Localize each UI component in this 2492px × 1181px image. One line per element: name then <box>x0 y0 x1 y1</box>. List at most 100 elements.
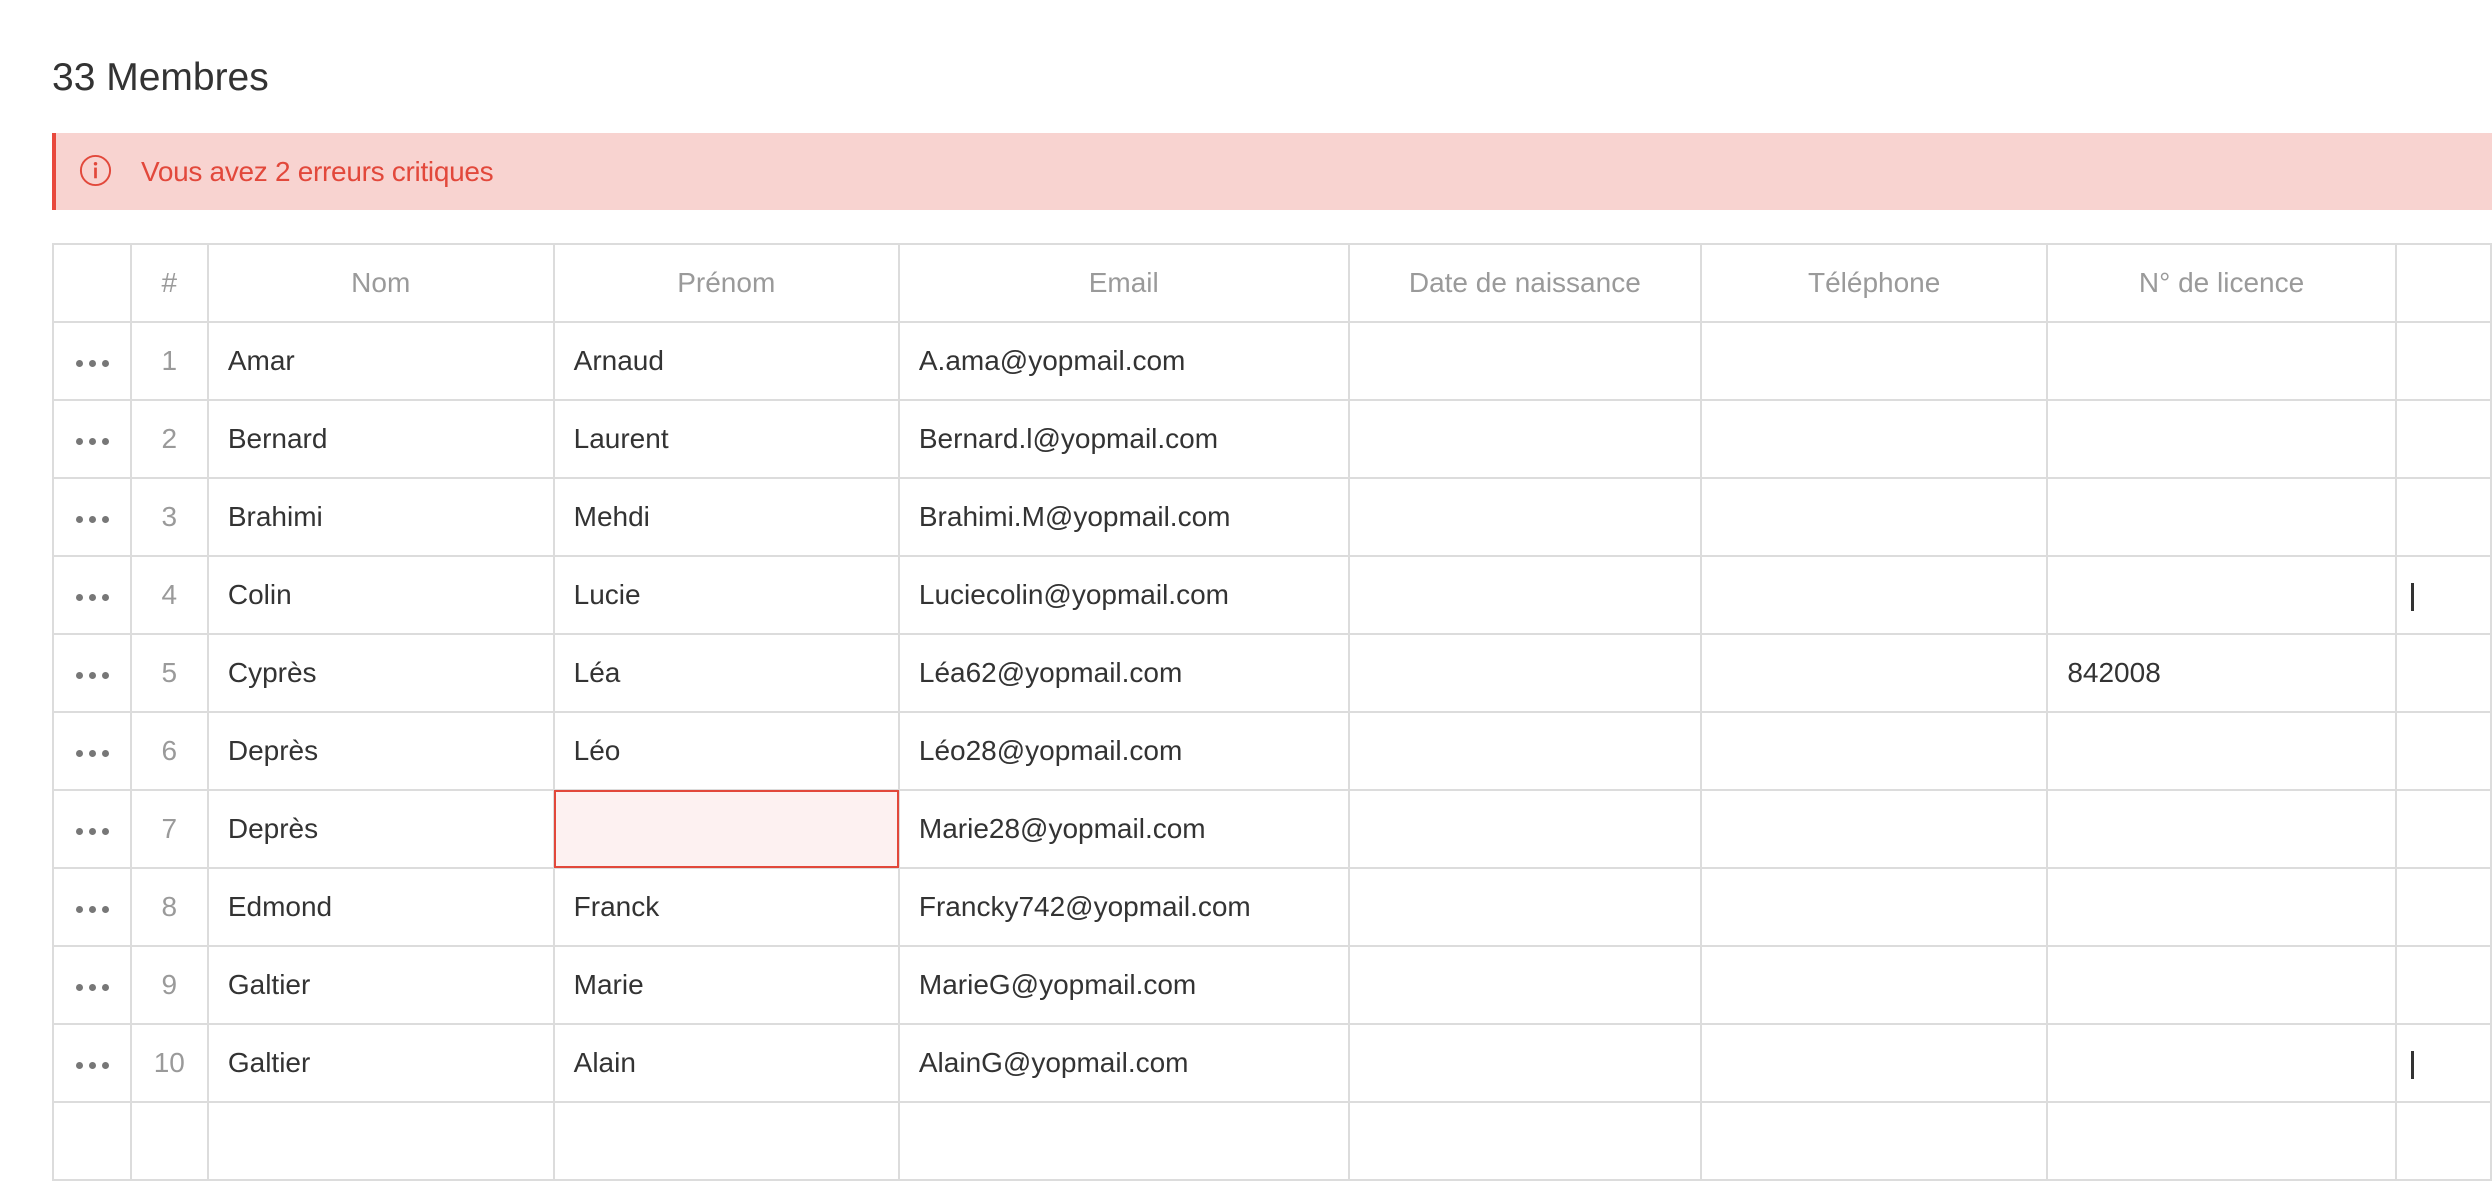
row-menu-button[interactable] <box>52 789 132 869</box>
cell-date-de-naissance[interactable] <box>1347 1101 1703 1181</box>
cell-nom[interactable]: Edmond <box>206 867 555 947</box>
cell-nom[interactable]: Galtier <box>206 945 555 1025</box>
cell-numero-licence[interactable] <box>2046 1023 2397 1103</box>
cell-numero-licence[interactable] <box>2046 1101 2397 1181</box>
cell-next-column[interactable] <box>2394 633 2492 713</box>
cell-telephone[interactable] <box>1699 321 2049 401</box>
cell-nom[interactable]: Deprès <box>206 789 555 869</box>
header-telephone[interactable]: Téléphone <box>1699 243 2049 323</box>
header-next-column[interactable] <box>2394 243 2492 323</box>
cell-date-de-naissance[interactable] <box>1347 867 1703 947</box>
cell-telephone[interactable] <box>1699 711 2049 791</box>
cell-prenom[interactable]: Léa <box>552 633 900 713</box>
cell-numero-licence[interactable] <box>2046 789 2397 869</box>
cell-next-column[interactable] <box>2394 399 2492 479</box>
header-email[interactable]: Email <box>897 243 1350 323</box>
cell-date-de-naissance[interactable] <box>1347 633 1703 713</box>
row-menu-button[interactable] <box>52 477 132 557</box>
row-menu-button[interactable] <box>52 1101 132 1181</box>
cell-next-column[interactable] <box>2394 711 2492 791</box>
cell-telephone[interactable] <box>1699 1023 2049 1103</box>
cell-prenom[interactable]: Franck <box>552 867 900 947</box>
cell-numero-licence[interactable]: 842008 <box>2046 633 2397 713</box>
cell-nom[interactable]: Cyprès <box>206 633 555 713</box>
cell-email[interactable]: MarieG@yopmail.com <box>897 945 1350 1025</box>
cell-numero-licence[interactable] <box>2046 477 2397 557</box>
cell-date-de-naissance[interactable] <box>1347 477 1703 557</box>
cell-numero-licence[interactable] <box>2046 945 2397 1025</box>
cell-telephone[interactable] <box>1699 477 2049 557</box>
cell-nom[interactable]: Amar <box>206 321 555 401</box>
cell-email[interactable]: Léo28@yopmail.com <box>897 711 1350 791</box>
cell-nom[interactable]: Brahimi <box>206 477 555 557</box>
cell-date-de-naissance[interactable] <box>1347 321 1703 401</box>
row-menu-button[interactable] <box>52 867 132 947</box>
cell-email[interactable] <box>897 1101 1350 1181</box>
cell-numero-licence[interactable] <box>2046 555 2397 635</box>
row-menu-button[interactable] <box>52 555 132 635</box>
header-nom[interactable]: Nom <box>206 243 555 323</box>
cell-numero-licence[interactable] <box>2046 399 2397 479</box>
row-menu-button[interactable] <box>52 1023 132 1103</box>
cell-prenom[interactable]: Alain <box>552 1023 900 1103</box>
cell-next-column[interactable] <box>2394 945 2492 1025</box>
cell-numero-licence[interactable] <box>2046 867 2397 947</box>
cell-nom[interactable] <box>206 1101 555 1181</box>
cell-email[interactable]: A.ama@yopmail.com <box>897 321 1350 401</box>
cell-prenom[interactable]: Arnaud <box>552 321 900 401</box>
table-header-row: # Nom Prénom Email Date de naissance Tél… <box>52 243 2492 323</box>
table-row: 9 Galtier Marie MarieG@yopmail.com <box>52 945 2492 1025</box>
header-menu <box>52 243 132 323</box>
row-menu-button[interactable] <box>52 945 132 1025</box>
cell-next-column[interactable] <box>2394 1023 2492 1103</box>
cell-prenom[interactable]: Lucie <box>552 555 900 635</box>
header-date-de-naissance[interactable]: Date de naissance <box>1347 243 1703 323</box>
cell-telephone[interactable] <box>1699 789 2049 869</box>
cell-numero-licence[interactable] <box>2046 321 2397 401</box>
cell-nom[interactable]: Galtier <box>206 1023 555 1103</box>
cell-prenom[interactable]: Marie <box>552 945 900 1025</box>
cell-telephone[interactable] <box>1699 399 2049 479</box>
cell-telephone[interactable] <box>1699 867 2049 947</box>
cell-next-column[interactable] <box>2394 477 2492 557</box>
cell-email[interactable]: Francky742@yopmail.com <box>897 867 1350 947</box>
cell-date-de-naissance[interactable] <box>1347 945 1703 1025</box>
cell-telephone[interactable] <box>1699 555 2049 635</box>
cell-next-column[interactable] <box>2394 1101 2492 1181</box>
cell-email[interactable]: Brahimi.M@yopmail.com <box>897 477 1350 557</box>
cell-date-de-naissance[interactable] <box>1347 711 1703 791</box>
cell-next-column[interactable] <box>2394 321 2492 401</box>
row-menu-button[interactable] <box>52 711 132 791</box>
row-menu-button[interactable] <box>52 321 132 401</box>
cell-prenom-error[interactable] <box>552 789 900 869</box>
cell-email[interactable]: Bernard.l@yopmail.com <box>897 399 1350 479</box>
row-menu-button[interactable] <box>52 399 132 479</box>
cell-date-de-naissance[interactable] <box>1347 789 1703 869</box>
header-prenom[interactable]: Prénom <box>552 243 900 323</box>
header-number[interactable]: # <box>129 243 209 323</box>
cell-prenom[interactable]: Mehdi <box>552 477 900 557</box>
cell-telephone[interactable] <box>1699 1101 2049 1181</box>
page-title: 33 Membres <box>52 56 269 99</box>
cell-date-de-naissance[interactable] <box>1347 555 1703 635</box>
cell-email[interactable]: AlainG@yopmail.com <box>897 1023 1350 1103</box>
cell-telephone[interactable] <box>1699 633 2049 713</box>
cell-next-column[interactable] <box>2394 867 2492 947</box>
cell-email[interactable]: Marie28@yopmail.com <box>897 789 1350 869</box>
cell-telephone[interactable] <box>1699 945 2049 1025</box>
row-menu-button[interactable] <box>52 633 132 713</box>
cell-email[interactable]: Luciecolin@yopmail.com <box>897 555 1350 635</box>
cell-numero-licence[interactable] <box>2046 711 2397 791</box>
cell-nom[interactable]: Bernard <box>206 399 555 479</box>
cell-next-column[interactable] <box>2394 789 2492 869</box>
cell-date-de-naissance[interactable] <box>1347 1023 1703 1103</box>
cell-nom[interactable]: Deprès <box>206 711 555 791</box>
cell-email[interactable]: Léa62@yopmail.com <box>897 633 1350 713</box>
cell-prenom[interactable]: Léo <box>552 711 900 791</box>
cell-nom[interactable]: Colin <box>206 555 555 635</box>
cell-next-column[interactable] <box>2394 555 2492 635</box>
cell-prenom[interactable]: Laurent <box>552 399 900 479</box>
cell-prenom[interactable] <box>552 1101 900 1181</box>
header-numero-licence[interactable]: N° de licence <box>2046 243 2397 323</box>
cell-date-de-naissance[interactable] <box>1347 399 1703 479</box>
